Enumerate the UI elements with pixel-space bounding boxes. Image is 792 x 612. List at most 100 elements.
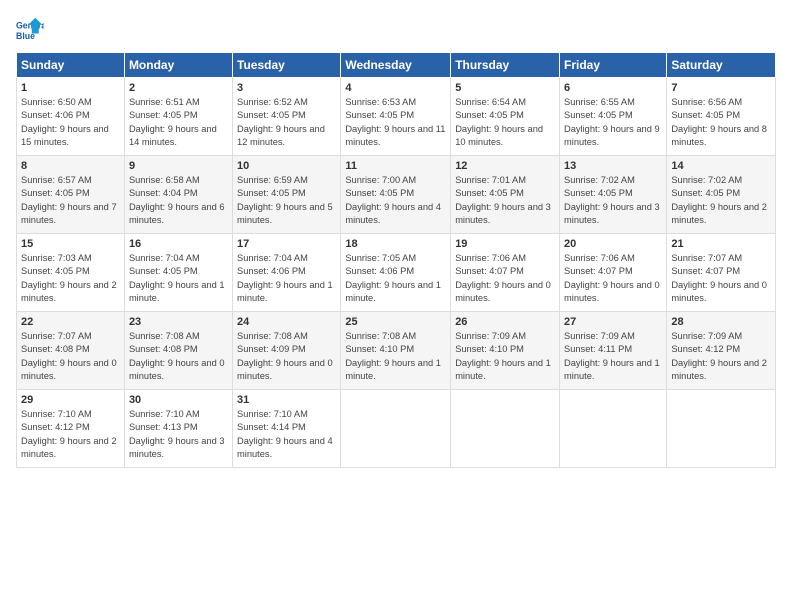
day-number: 27 [564,316,662,328]
calendar-cell: 23 Sunrise: 7:08 AMSunset: 4:08 PMDaylig… [124,312,232,390]
col-thursday: Thursday [451,53,560,78]
day-info: Sunrise: 6:58 AMSunset: 4:04 PMDaylight:… [129,174,228,228]
calendar-cell: 26 Sunrise: 7:09 AMSunset: 4:10 PMDaylig… [451,312,560,390]
calendar-cell: 20 Sunrise: 7:06 AMSunset: 4:07 PMDaylig… [560,234,667,312]
calendar-cell: 15 Sunrise: 7:03 AMSunset: 4:05 PMDaylig… [17,234,125,312]
day-number: 15 [21,238,120,250]
page: General Blue Sunday Monday Tuesday Wedne… [0,0,792,612]
col-friday: Friday [560,53,667,78]
calendar-cell: 19 Sunrise: 7:06 AMSunset: 4:07 PMDaylig… [451,234,560,312]
calendar-cell: 1 Sunrise: 6:50 AMSunset: 4:06 PMDayligh… [17,78,125,156]
day-number: 19 [455,238,555,250]
day-info: Sunrise: 6:55 AMSunset: 4:05 PMDaylight:… [564,96,662,150]
day-number: 7 [671,82,771,94]
calendar-cell: 25 Sunrise: 7:08 AMSunset: 4:10 PMDaylig… [341,312,451,390]
day-info: Sunrise: 7:07 AMSunset: 4:08 PMDaylight:… [21,330,120,384]
day-info: Sunrise: 7:08 AMSunset: 4:10 PMDaylight:… [345,330,446,384]
calendar-cell [451,390,560,468]
day-number: 21 [671,238,771,250]
calendar-cell: 2 Sunrise: 6:51 AMSunset: 4:05 PMDayligh… [124,78,232,156]
day-info: Sunrise: 7:10 AMSunset: 4:12 PMDaylight:… [21,408,120,462]
day-number: 8 [21,160,120,172]
calendar-cell [560,390,667,468]
day-info: Sunrise: 7:09 AMSunset: 4:10 PMDaylight:… [455,330,555,384]
day-number: 28 [671,316,771,328]
day-number: 13 [564,160,662,172]
day-info: Sunrise: 7:07 AMSunset: 4:07 PMDaylight:… [671,252,771,306]
day-info: Sunrise: 7:02 AMSunset: 4:05 PMDaylight:… [564,174,662,228]
day-info: Sunrise: 6:56 AMSunset: 4:05 PMDaylight:… [671,96,771,150]
calendar-week-5: 29 Sunrise: 7:10 AMSunset: 4:12 PMDaylig… [17,390,776,468]
day-number: 12 [455,160,555,172]
calendar-cell: 14 Sunrise: 7:02 AMSunset: 4:05 PMDaylig… [667,156,776,234]
calendar-cell [341,390,451,468]
col-monday: Monday [124,53,232,78]
calendar-cell: 21 Sunrise: 7:07 AMSunset: 4:07 PMDaylig… [667,234,776,312]
day-info: Sunrise: 7:06 AMSunset: 4:07 PMDaylight:… [564,252,662,306]
day-number: 5 [455,82,555,94]
day-number: 1 [21,82,120,94]
calendar-cell: 7 Sunrise: 6:56 AMSunset: 4:05 PMDayligh… [667,78,776,156]
day-info: Sunrise: 6:50 AMSunset: 4:06 PMDaylight:… [21,96,120,150]
day-info: Sunrise: 7:05 AMSunset: 4:06 PMDaylight:… [345,252,446,306]
col-tuesday: Tuesday [233,53,341,78]
calendar-cell: 30 Sunrise: 7:10 AMSunset: 4:13 PMDaylig… [124,390,232,468]
svg-text:General: General [16,20,44,30]
calendar-cell: 24 Sunrise: 7:08 AMSunset: 4:09 PMDaylig… [233,312,341,390]
day-info: Sunrise: 7:02 AMSunset: 4:05 PMDaylight:… [671,174,771,228]
day-number: 3 [237,82,336,94]
day-number: 2 [129,82,228,94]
calendar-week-1: 1 Sunrise: 6:50 AMSunset: 4:06 PMDayligh… [17,78,776,156]
day-number: 25 [345,316,446,328]
calendar-cell: 16 Sunrise: 7:04 AMSunset: 4:05 PMDaylig… [124,234,232,312]
calendar-cell: 6 Sunrise: 6:55 AMSunset: 4:05 PMDayligh… [560,78,667,156]
day-number: 16 [129,238,228,250]
calendar-cell: 4 Sunrise: 6:53 AMSunset: 4:05 PMDayligh… [341,78,451,156]
day-number: 9 [129,160,228,172]
col-saturday: Saturday [667,53,776,78]
calendar-cell: 17 Sunrise: 7:04 AMSunset: 4:06 PMDaylig… [233,234,341,312]
day-number: 11 [345,160,446,172]
day-number: 4 [345,82,446,94]
calendar-week-4: 22 Sunrise: 7:07 AMSunset: 4:08 PMDaylig… [17,312,776,390]
calendar-cell: 12 Sunrise: 7:01 AMSunset: 4:05 PMDaylig… [451,156,560,234]
header-row: Sunday Monday Tuesday Wednesday Thursday… [17,53,776,78]
day-info: Sunrise: 7:04 AMSunset: 4:05 PMDaylight:… [129,252,228,306]
day-info: Sunrise: 7:08 AMSunset: 4:08 PMDaylight:… [129,330,228,384]
calendar-cell: 31 Sunrise: 7:10 AMSunset: 4:14 PMDaylig… [233,390,341,468]
day-info: Sunrise: 6:54 AMSunset: 4:05 PMDaylight:… [455,96,555,150]
day-info: Sunrise: 6:53 AMSunset: 4:05 PMDaylight:… [345,96,446,150]
calendar-cell: 9 Sunrise: 6:58 AMSunset: 4:04 PMDayligh… [124,156,232,234]
day-number: 18 [345,238,446,250]
calendar-body: 1 Sunrise: 6:50 AMSunset: 4:06 PMDayligh… [17,78,776,468]
col-wednesday: Wednesday [341,53,451,78]
day-info: Sunrise: 7:04 AMSunset: 4:06 PMDaylight:… [237,252,336,306]
day-info: Sunrise: 6:52 AMSunset: 4:05 PMDaylight:… [237,96,336,150]
day-info: Sunrise: 7:09 AMSunset: 4:12 PMDaylight:… [671,330,771,384]
day-info: Sunrise: 6:57 AMSunset: 4:05 PMDaylight:… [21,174,120,228]
day-number: 20 [564,238,662,250]
day-number: 14 [671,160,771,172]
calendar-cell: 27 Sunrise: 7:09 AMSunset: 4:11 PMDaylig… [560,312,667,390]
day-info: Sunrise: 7:06 AMSunset: 4:07 PMDaylight:… [455,252,555,306]
calendar-cell: 22 Sunrise: 7:07 AMSunset: 4:08 PMDaylig… [17,312,125,390]
day-number: 23 [129,316,228,328]
day-info: Sunrise: 7:10 AMSunset: 4:14 PMDaylight:… [237,408,336,462]
calendar-cell: 28 Sunrise: 7:09 AMSunset: 4:12 PMDaylig… [667,312,776,390]
day-info: Sunrise: 6:51 AMSunset: 4:05 PMDaylight:… [129,96,228,150]
day-info: Sunrise: 7:03 AMSunset: 4:05 PMDaylight:… [21,252,120,306]
day-number: 17 [237,238,336,250]
day-info: Sunrise: 7:00 AMSunset: 4:05 PMDaylight:… [345,174,446,228]
day-info: Sunrise: 7:09 AMSunset: 4:11 PMDaylight:… [564,330,662,384]
col-sunday: Sunday [17,53,125,78]
calendar-table: Sunday Monday Tuesday Wednesday Thursday… [16,52,776,468]
day-number: 31 [237,394,336,406]
day-number: 24 [237,316,336,328]
calendar-cell: 8 Sunrise: 6:57 AMSunset: 4:05 PMDayligh… [17,156,125,234]
day-number: 30 [129,394,228,406]
day-info: Sunrise: 7:10 AMSunset: 4:13 PMDaylight:… [129,408,228,462]
day-number: 26 [455,316,555,328]
day-number: 22 [21,316,120,328]
calendar-cell: 11 Sunrise: 7:00 AMSunset: 4:05 PMDaylig… [341,156,451,234]
calendar-week-2: 8 Sunrise: 6:57 AMSunset: 4:05 PMDayligh… [17,156,776,234]
